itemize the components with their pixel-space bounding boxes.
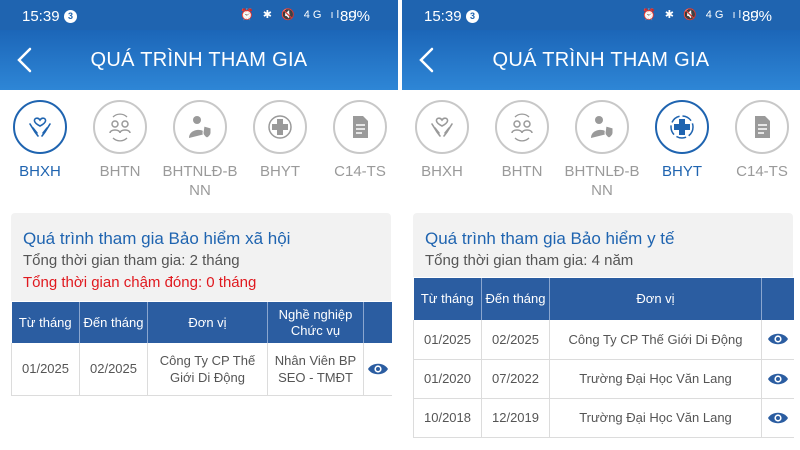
cell-job: Nhân Viên BP SEO - TMĐT	[267, 343, 364, 396]
worker-shield-icon	[189, 116, 212, 139]
total-duration: Tổng thời gian tham gia: 2 tháng	[23, 252, 240, 269]
cell-to: 12/2019	[481, 398, 550, 438]
tab-label-bhyt: BHYT	[259, 163, 300, 180]
col-header: Từ tháng	[11, 302, 80, 343]
total-duration: Tổng thời gian tham gia: 4 năm	[425, 252, 634, 269]
medical-cross-icon	[670, 115, 694, 139]
battery-level: 89%	[741, 8, 772, 25]
table-row: 01/2025 02/2025 Công Ty CP Thế Giới Di Đ…	[413, 320, 794, 360]
eye-icon[interactable]	[367, 362, 389, 376]
cell-from: 01/2025	[413, 320, 482, 360]
tab-label-bhxh: BHXH	[421, 163, 463, 180]
tab-label-bhtn: BHTN	[501, 163, 543, 180]
col-header-empty	[363, 302, 392, 343]
tab-label-bhyt: BHYT	[661, 163, 702, 180]
table-header: Từ tháng Đến tháng Đơn vị Nghề nghiệp Ch…	[11, 302, 392, 343]
view-cell	[761, 398, 794, 438]
app-bar: QUÁ TRÌNH THAM GIA	[0, 30, 398, 90]
tab-label-bhxh: BHXH	[19, 163, 61, 180]
status-time: 15:39	[22, 8, 60, 25]
table-row: 01/2025 02/2025 Công Ty CP Thế Giới Di Đ…	[11, 343, 392, 396]
insurance-tabs: BHXH BHTN BHTNLĐ-B NN BHYT C14-TS	[0, 90, 398, 200]
app-bar: QUÁ TRÌNH THAM GIA	[402, 30, 800, 90]
cell-unit: Công Ty CP Thế Giới Di Động	[549, 320, 762, 360]
right-screen: 15:39 3 ⏰ ✱ 🔇 4G ıl ıl 89% QUÁ TRÌNH THA…	[402, 0, 800, 450]
cell-to: 07/2022	[481, 359, 550, 399]
card-title: Quá trình tham gia Bảo hiểm xã hội	[23, 229, 291, 248]
tab-bhtn[interactable]: BHTN	[482, 100, 562, 181]
view-cell	[761, 320, 794, 360]
tab-bhtnld-bnn[interactable]: BHTNLĐ-B NN	[562, 100, 642, 200]
view-cell	[363, 343, 392, 396]
people-exchange-icon	[511, 113, 533, 142]
left-screen: 15:39 3 ⏰ ✱ 🔇 4G ıl ıl 89% QUÁ TRÌNH THA…	[0, 0, 398, 450]
cell-from: 01/2025	[11, 343, 80, 396]
summary-card: Quá trình tham gia Bảo hiểm xã hội Tổng …	[11, 213, 391, 301]
late-duration: Tổng thời gian chậm đóng: 0 tháng	[23, 274, 257, 291]
notification-badge: 3	[64, 10, 77, 23]
card-title: Quá trình tham gia Bảo hiểm y tế	[425, 229, 675, 248]
eye-icon[interactable]	[767, 372, 789, 386]
status-bar: 15:39 3 ⏰ ✱ 🔇 4G ıl ıl 89%	[0, 0, 398, 30]
table-row: 10/2018 12/2019 Trường Đại Học Văn Lang	[413, 398, 794, 438]
col-header: Từ tháng	[413, 278, 482, 320]
cell-from: 01/2020	[413, 359, 482, 399]
page-title: QUÁ TRÌNH THAM GIA	[492, 49, 710, 71]
status-bar: 15:39 3 ⏰ ✱ 🔇 4G ıl ıl 89%	[402, 0, 800, 30]
tab-label-c14-ts: C14-TS	[334, 163, 386, 180]
col-header: Đến tháng	[79, 302, 148, 343]
tab-label-bhtnld-bnn: BHTNLĐ-B NN	[162, 163, 238, 199]
tab-bhxh[interactable]: BHXH	[0, 100, 80, 181]
tab-label-c14-ts: C14-TS	[736, 163, 788, 180]
tab-bhyt[interactable]: BHYT	[240, 100, 320, 181]
view-cell	[761, 359, 794, 399]
col-header: Nghề nghiệp Chức vụ	[267, 302, 364, 343]
eye-icon[interactable]	[767, 332, 789, 346]
tab-bhtn[interactable]: BHTN	[80, 100, 160, 181]
col-header: Đơn vị	[549, 278, 762, 320]
worker-shield-icon	[591, 116, 614, 139]
people-exchange-icon	[109, 113, 131, 142]
table-header: Từ tháng Đến tháng Đơn vị	[413, 278, 794, 320]
tab-bhyt[interactable]: BHYT	[642, 100, 722, 181]
cell-to: 02/2025	[481, 320, 550, 360]
status-time: 15:39	[424, 8, 462, 25]
col-header-empty	[761, 278, 794, 320]
tab-label-bhtnld-bnn: BHTNLĐ-B NN	[564, 163, 640, 199]
page-title: QUÁ TRÌNH THAM GIA	[90, 49, 308, 71]
hands-heart-icon	[29, 117, 51, 137]
document-icon	[353, 116, 368, 138]
hands-heart-icon	[431, 117, 453, 137]
tab-label-bhtn: BHTN	[99, 163, 141, 180]
cell-unit: Trường Đại Học Văn Lang	[549, 398, 762, 438]
cell-unit: Trường Đại Học Văn Lang	[549, 359, 762, 399]
cell-unit: Công Ty CP Thế Giới Di Động	[147, 343, 268, 396]
tab-c14-ts[interactable]: C14-TS	[722, 100, 800, 181]
tab-c14-ts[interactable]: C14-TS	[320, 100, 398, 181]
history-table: Từ tháng Đến tháng Đơn vị Nghề nghiệp Ch…	[11, 302, 392, 396]
insurance-tabs: BHXH BHTN BHTNLĐ-B NN BHYT C14-TS	[402, 90, 800, 200]
history-table: Từ tháng Đến tháng Đơn vị 01/2025 02/202…	[413, 278, 794, 438]
notification-badge: 3	[466, 10, 479, 23]
tab-bhxh[interactable]: BHXH	[402, 100, 482, 181]
document-icon	[755, 116, 770, 138]
col-header: Đơn vị	[147, 302, 268, 343]
table-row: 01/2020 07/2022 Trường Đại Học Văn Lang	[413, 359, 794, 399]
col-header: Đến tháng	[481, 278, 550, 320]
battery-level: 89%	[339, 8, 370, 25]
medical-cross-icon	[268, 115, 292, 139]
summary-card: Quá trình tham gia Bảo hiểm y tế Tổng th…	[413, 213, 793, 277]
eye-icon[interactable]	[767, 411, 789, 425]
cell-from: 10/2018	[413, 398, 482, 438]
cell-to: 02/2025	[79, 343, 148, 396]
tab-bhtnld-bnn[interactable]: BHTNLĐ-B NN	[160, 100, 240, 200]
